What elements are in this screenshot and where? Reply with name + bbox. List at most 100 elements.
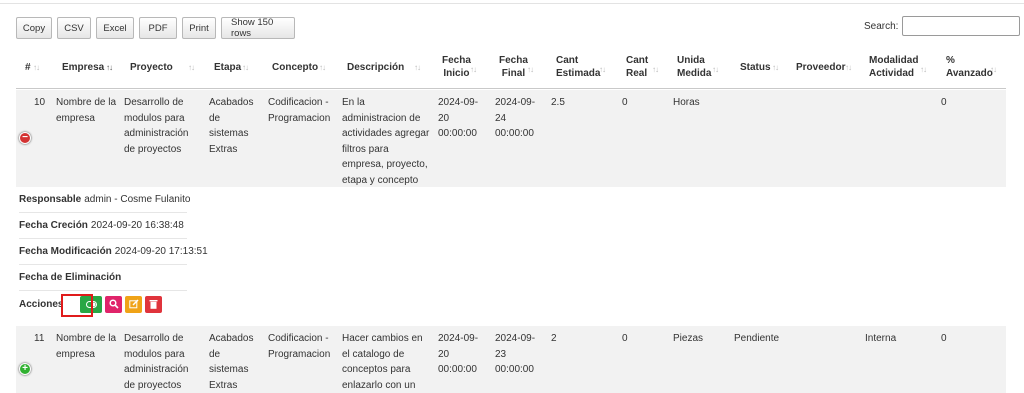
detail-label: Responsable <box>19 194 82 205</box>
col-header-fecha-inicio[interactable]: Fecha Inicio <box>442 45 471 89</box>
delete-button[interactable] <box>145 295 163 313</box>
cell-status: Pendiente <box>734 333 780 344</box>
col-header-concepto[interactable]: Concepto <box>272 45 318 89</box>
cell-proyecto: Desarrollo de modulos para administració… <box>124 95 188 157</box>
cell-concepto: Codificacion - Programacion <box>268 95 330 126</box>
cell-line: de proyectos <box>124 143 182 155</box>
cell-line: 00:00:00 <box>495 364 534 375</box>
cell-concepto: Codificacion - Programacion <box>268 331 330 362</box>
sort-icon: ↑↓ <box>470 65 477 74</box>
col-header-cant-real[interactable]: Cant Real <box>626 45 648 89</box>
col-header-label: Cant <box>626 55 649 66</box>
cell-line: empresa <box>56 348 95 360</box>
sort-icon: ↑↓ <box>527 65 534 74</box>
col-header-fecha-final[interactable]: Fecha Final <box>499 45 528 89</box>
col-header-proyecto[interactable]: Proyecto <box>130 45 173 89</box>
row-detail-panel: Responsable admin - Cosme Fulanito Fecha… <box>16 187 1006 326</box>
detail-label: Fecha Modificación <box>19 246 112 257</box>
trash-icon <box>149 300 158 309</box>
cell-line: Acabados <box>209 333 254 344</box>
cell-line: administración <box>124 128 189 139</box>
table-row[interactable]: 10 − Nombre de la empresa Desarrollo de … <box>16 90 1006 187</box>
cell-line: sistemas <box>209 128 249 139</box>
sort-icon: ↑↓ <box>845 63 852 72</box>
col-header-label: Medida <box>677 68 712 79</box>
col-header-label: Cant <box>556 55 579 66</box>
cell-line: Nombre de la <box>56 97 117 108</box>
col-header-unidad-medida[interactable]: Unida Medida <box>677 45 711 89</box>
cell-fecha-inicio: 2024-09- 20 00:00:00 <box>438 331 478 378</box>
cell-cant-estimada: 2 <box>551 333 557 344</box>
cell-line: 23 <box>495 348 507 360</box>
detail-label: Fecha Creción <box>19 220 88 231</box>
table-header: # ↑↓ Empresa ↑↓ Proyecto ↑↓ Etapa ↑↓ Con… <box>16 45 1006 89</box>
print-button[interactable]: Print <box>182 17 216 39</box>
sort-icon: ↑↓ <box>990 65 997 74</box>
sort-icon: ↑↓ <box>414 63 421 72</box>
col-header-descripcion[interactable]: Descripción <box>347 45 404 89</box>
col-header-label: Estimada <box>556 68 601 79</box>
col-header-cant-estimada[interactable]: Cant Estimada <box>556 45 600 89</box>
show-rows-button[interactable]: Show 150 rows <box>221 17 295 39</box>
col-header-label: Final <box>501 68 526 79</box>
csv-button[interactable]: CSV <box>57 17 91 39</box>
cell-line: empresa, proyecto, <box>342 159 428 170</box>
search-input[interactable] <box>902 16 1021 36</box>
detail-value: 2024-09-20 16:38:48 <box>90 220 184 231</box>
cell-id: 11 <box>34 333 45 344</box>
col-header-label: Descripción <box>347 61 405 73</box>
edit-button[interactable] <box>125 295 143 313</box>
cell-descripcion: Hacer cambios en el catalogo de concepto… <box>342 331 423 393</box>
cell-line: empresa <box>56 112 95 124</box>
col-header-label: Avanzado <box>946 68 993 79</box>
sort-icon: ↑↓ <box>188 63 195 72</box>
cell-unidad: Horas <box>673 97 700 108</box>
export-toolbar: Copy CSV Excel PDF Print Show 150 rows <box>16 17 295 39</box>
col-header-avance[interactable]: % Avanzado <box>946 45 993 89</box>
edit-icon <box>129 299 139 309</box>
detail-value: 2024-09-20 17:13:51 <box>114 246 208 257</box>
sort-icon: ↑↓ <box>33 63 40 72</box>
col-header-label: Inicio <box>443 68 470 79</box>
cell-line: Nombre de la <box>56 333 117 344</box>
pdf-button[interactable]: PDF <box>139 17 177 39</box>
col-header-empresa[interactable]: Empresa <box>62 45 104 89</box>
cell-line: modulos para <box>124 348 185 360</box>
cell-line: Codificacion - <box>268 97 329 108</box>
view-button[interactable] <box>105 295 123 313</box>
cell-line: actividades agregar <box>342 128 430 139</box>
cell-line: 00:00:00 <box>438 128 477 139</box>
cell-line: 20 <box>438 348 450 360</box>
table-row[interactable]: 11 + Nombre de la empresa Desarrollo de … <box>16 326 1006 393</box>
col-header-label: Proveedor <box>796 61 846 73</box>
cell-line: 2024-09- <box>438 97 479 108</box>
search-box: Search: <box>864 16 1021 36</box>
sort-icon: ↑↓ <box>920 65 927 74</box>
sort-icon: ↑↓ <box>242 63 249 72</box>
col-header-label: Unida <box>677 55 705 66</box>
actions-label: Acciones <box>19 298 64 310</box>
cell-line: Extras <box>209 379 238 391</box>
cell-line: filtros para <box>342 143 389 155</box>
detail-label: Fecha de Eliminación <box>19 272 122 283</box>
cell-cant-real: 0 <box>622 97 628 108</box>
col-header-label: Fecha <box>442 55 471 66</box>
cell-line: Programacion <box>268 348 331 360</box>
col-header-id[interactable]: # <box>25 45 31 89</box>
cell-cant-estimada: 2.5 <box>551 97 565 108</box>
cell-id: 10 <box>34 97 46 108</box>
col-header-proveedor[interactable]: Proveedor <box>796 45 845 89</box>
cell-line: Codificacion - <box>268 333 329 344</box>
cell-line: Desarrollo de <box>124 333 184 344</box>
excel-button[interactable]: Excel <box>96 17 134 39</box>
cell-empresa: Nombre de la empresa <box>56 331 116 362</box>
sort-icon: ↑↓ <box>652 65 659 74</box>
col-header-status[interactable]: Status <box>740 45 771 89</box>
expand-row-icon[interactable]: + <box>19 363 31 375</box>
collapse-row-icon[interactable]: − <box>19 132 31 144</box>
cell-line: etapa y concepto <box>342 174 419 186</box>
cell-descripcion: En la administracion de actividades agre… <box>342 95 429 188</box>
copy-button[interactable]: Copy <box>16 17 52 39</box>
col-header-modalidad[interactable]: Modalidad Actividad <box>869 45 918 89</box>
col-header-etapa[interactable]: Etapa <box>214 45 241 89</box>
